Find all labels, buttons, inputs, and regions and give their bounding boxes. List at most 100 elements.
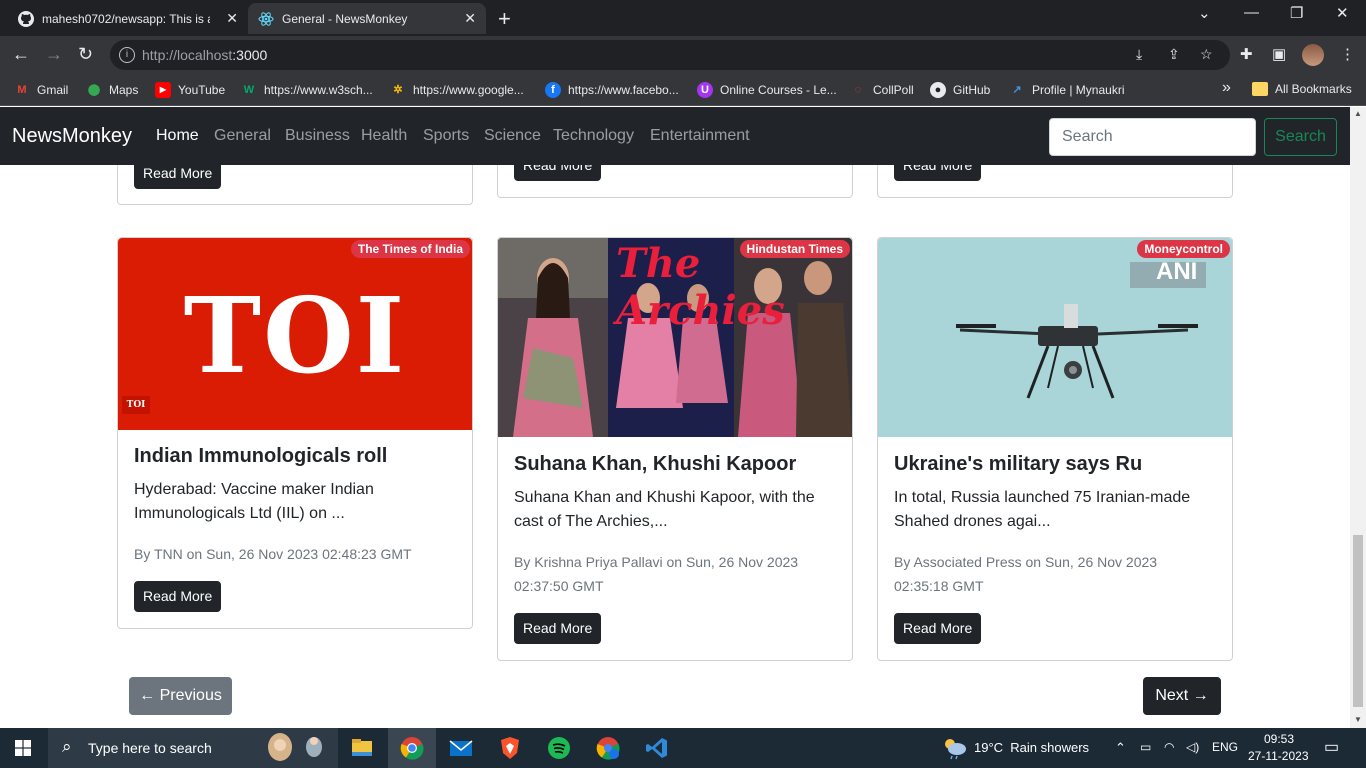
read-more-button[interactable]: Read More bbox=[514, 613, 602, 644]
back-arrow-icon[interactable]: ← bbox=[12, 44, 30, 65]
scroll-down-icon[interactable]: ▼ bbox=[1354, 715, 1362, 724]
clock-date[interactable]: 27-11-2023 bbox=[1248, 749, 1309, 763]
nav-link-general[interactable]: General bbox=[214, 127, 271, 145]
scrollbar-thumb[interactable] bbox=[1353, 535, 1363, 707]
gmail-icon: M bbox=[17, 84, 27, 96]
address-bar[interactable]: i http://localhost:3000 ⤓ ⇪ ☆ bbox=[110, 40, 1230, 70]
read-more-button[interactable]: Read More bbox=[134, 581, 222, 612]
chrome-profile-icon[interactable] bbox=[596, 736, 620, 760]
page-viewport: NewsMonkey Home General Business Health … bbox=[0, 107, 1350, 728]
bookmark-facebook[interactable]: f https://www.facebo... bbox=[545, 82, 679, 98]
card-meta: By Krishna Priya Pallavi on Sun, 26 Nov … bbox=[514, 554, 799, 594]
minimize-icon[interactable]: — bbox=[1244, 4, 1259, 21]
bookmarks-overflow-icon[interactable]: » bbox=[1222, 79, 1231, 97]
tray-chevron-up-icon[interactable]: ⌃ bbox=[1115, 740, 1126, 756]
battery-icon[interactable]: ▭ bbox=[1140, 740, 1151, 754]
search-input[interactable]: Search bbox=[1049, 118, 1256, 156]
file-explorer-icon[interactable] bbox=[350, 736, 374, 760]
facebook-icon: f bbox=[545, 82, 561, 98]
bookmark-star-icon[interactable]: ☆ bbox=[1200, 46, 1213, 63]
volume-icon[interactable]: ◁) bbox=[1186, 740, 1199, 754]
weather-text[interactable]: 19°C Rain showers bbox=[974, 740, 1089, 755]
browser-tab-strip: mahesh0702/newsapp: This is a ✕ General … bbox=[0, 0, 1366, 36]
browser-tab-github[interactable]: mahesh0702/newsapp: This is a ✕ bbox=[8, 3, 248, 34]
github-icon: ● bbox=[930, 82, 946, 98]
weather-rain-icon[interactable] bbox=[942, 736, 968, 760]
tab-search-chevron-icon[interactable]: ⌄ bbox=[1198, 4, 1211, 22]
collpoll-icon: ◌ bbox=[854, 84, 862, 96]
bookmark-maps[interactable]: ⬤ Maps bbox=[86, 82, 139, 98]
clock-time[interactable]: 09:53 bbox=[1264, 732, 1294, 746]
news-image[interactable]: The Archies bbox=[498, 238, 852, 437]
react-icon bbox=[258, 11, 274, 26]
folder-icon bbox=[1252, 82, 1268, 96]
wifi-icon[interactable]: ◠ bbox=[1164, 740, 1174, 754]
brave-icon[interactable] bbox=[498, 736, 522, 760]
window-close-icon[interactable]: ✕ bbox=[1336, 4, 1349, 22]
source-badge: Moneycontrol bbox=[1137, 240, 1230, 258]
bookmark-w3schools[interactable]: Whttps://www.w3sch... bbox=[241, 82, 373, 98]
youtube-icon: ▶ bbox=[155, 82, 171, 98]
side-panel-icon[interactable]: ▣ bbox=[1272, 45, 1286, 63]
image-corner-logo: TOI bbox=[122, 396, 150, 414]
nav-link-science[interactable]: Science bbox=[484, 127, 541, 145]
source-badge: Hindustan Times bbox=[739, 240, 850, 258]
news-image[interactable]: TOI TOI bbox=[118, 238, 472, 430]
nav-link-sports[interactable]: Sports bbox=[423, 127, 469, 145]
windows-start-icon[interactable] bbox=[15, 740, 31, 756]
image-logo-text: TOI bbox=[183, 274, 407, 397]
close-icon[interactable]: ✕ bbox=[464, 10, 476, 27]
nav-link-technology[interactable]: Technology bbox=[553, 127, 634, 145]
profile-avatar[interactable] bbox=[1302, 44, 1324, 66]
spotify-icon[interactable] bbox=[547, 736, 571, 760]
mail-icon[interactable] bbox=[449, 736, 473, 760]
bookmark-github[interactable]: ● GitHub bbox=[930, 82, 990, 98]
google-photos-icon: ✲ bbox=[393, 84, 403, 96]
forward-arrow-icon[interactable]: → bbox=[45, 44, 63, 65]
github-icon bbox=[18, 10, 34, 27]
card-meta: By Associated Press on Sun, 26 Nov 2023 … bbox=[894, 554, 1158, 594]
brand-logo[interactable]: NewsMonkey bbox=[12, 125, 132, 148]
close-icon[interactable]: ✕ bbox=[226, 10, 238, 27]
nav-link-business[interactable]: Business bbox=[285, 127, 350, 145]
bookmarks-bar: M Gmail ⬤ Maps ▶ YouTube Whttps://www.w3sch… bbox=[0, 74, 1366, 106]
nav-link-home[interactable]: Home bbox=[156, 127, 199, 145]
taskbar-search-box[interactable]: ⌕ Type here to search bbox=[48, 728, 338, 768]
search-icon: ⌕ bbox=[62, 737, 72, 756]
page-scrollbar[interactable]: ▲ ▼ bbox=[1350, 107, 1366, 728]
bookmark-collpoll[interactable]: ◌ CollPoll bbox=[850, 82, 914, 98]
news-card: Hindustan Times The Archies Suhana Khan,… bbox=[497, 237, 853, 661]
bookmark-youtube[interactable]: ▶ YouTube bbox=[155, 82, 225, 98]
previous-page-button[interactable]: ← Previous bbox=[129, 677, 232, 715]
read-more-button[interactable]: Read More bbox=[894, 613, 982, 644]
scroll-up-icon[interactable]: ▲ bbox=[1354, 109, 1362, 118]
notification-icon[interactable]: ▭ bbox=[1324, 737, 1339, 757]
vscode-icon[interactable] bbox=[645, 736, 669, 760]
news-card: The Times of India TOI TOI Indian Immuno… bbox=[117, 237, 473, 629]
nav-link-entertainment[interactable]: Entertainment bbox=[650, 127, 750, 145]
search-button[interactable]: Search bbox=[1264, 118, 1337, 156]
new-tab-icon[interactable]: + bbox=[498, 6, 511, 32]
card-title: Indian Immunologicals roll bbox=[134, 445, 388, 467]
menu-icon[interactable]: ⋮ bbox=[1340, 45, 1355, 63]
news-image[interactable]: ANI bbox=[878, 238, 1232, 437]
input-language[interactable]: ENG bbox=[1212, 740, 1238, 754]
bookmark-google[interactable]: ✲ https://www.google... bbox=[390, 82, 523, 98]
card-title: Ukraine's military says Ru bbox=[894, 453, 1143, 475]
bookmark-gmail[interactable]: M Gmail bbox=[14, 82, 68, 98]
restore-icon[interactable]: ❐ bbox=[1290, 4, 1303, 22]
chrome-icon[interactable] bbox=[400, 736, 424, 760]
bookmark-udemy[interactable]: U Online Courses - Le... bbox=[697, 82, 837, 98]
share-icon[interactable]: ⇪ bbox=[1168, 46, 1180, 63]
extensions-icon[interactable]: ✚ bbox=[1240, 45, 1253, 63]
bookmark-naukri[interactable]: ↗ Profile | Mynaukri bbox=[1009, 82, 1124, 98]
install-icon[interactable]: ⤓ bbox=[1136, 46, 1142, 63]
card-title: Suhana Khan, Khushi Kapoor bbox=[514, 453, 797, 475]
browser-tab-newsmonkey[interactable]: General - NewsMonkey ✕ bbox=[248, 3, 486, 34]
nav-link-health[interactable]: Health bbox=[361, 127, 407, 145]
reload-icon[interactable]: ↻ bbox=[78, 44, 93, 65]
taskbar-search-placeholder: Type here to search bbox=[88, 740, 212, 756]
site-info-icon[interactable]: i bbox=[119, 47, 135, 63]
all-bookmarks[interactable]: All Bookmarks bbox=[1252, 82, 1352, 96]
next-page-button[interactable]: Next → bbox=[1143, 677, 1221, 715]
